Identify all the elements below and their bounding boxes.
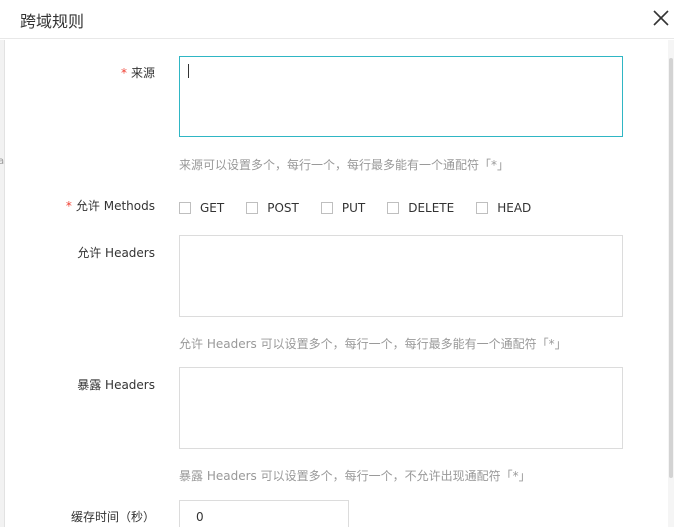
allow-headers-label: 允许 Headers [77, 246, 155, 260]
cache-time-label: 缓存时间（秒） [70, 510, 155, 524]
method-delete-label: DELETE [408, 201, 455, 215]
cors-rule-dialog: a 跨域规则 * 来源 来源可以设置多个，每行一个，每行最多能有一个通配符「*」 … [0, 0, 674, 527]
method-head-label: HEAD [497, 201, 532, 215]
required-mark: * [65, 199, 72, 213]
origin-help: 来源可以设置多个，每行一个，每行最多能有一个通配符「*」 [179, 158, 510, 172]
origin-textarea[interactable] [179, 56, 623, 137]
dialog-title: 跨域规则 [20, 12, 85, 31]
method-head-checkbox[interactable] [476, 202, 489, 214]
allow-headers-textarea[interactable] [179, 235, 623, 317]
background-page-edge: a [0, 40, 5, 527]
close-button[interactable] [650, 7, 672, 29]
cache-time-input[interactable]: 0 [179, 500, 349, 527]
method-post-checkbox[interactable] [246, 202, 259, 214]
method-get-checkbox[interactable] [179, 202, 191, 214]
method-post-label: POST [267, 201, 299, 215]
close-icon [653, 10, 669, 26]
method-delete-checkbox[interactable] [387, 202, 400, 214]
method-get[interactable]: GET [179, 201, 224, 215]
text-caret [188, 64, 189, 78]
method-put-label: PUT [341, 201, 366, 215]
scrollbar-thumb[interactable] [669, 58, 673, 478]
methods-label: * 允许 Methods [66, 197, 155, 214]
method-head[interactable]: HEAD [476, 201, 531, 215]
method-post[interactable]: POST [246, 201, 299, 215]
method-put-checkbox[interactable] [320, 202, 333, 214]
dialog-header: 跨域规则 [0, 0, 674, 39]
methods-label-text: 允许 Methods [75, 199, 155, 213]
methods-checkbox-group: GET POST PUT DELETE HEAD [179, 200, 553, 216]
expose-headers-textarea[interactable] [179, 367, 623, 449]
expose-headers-label: 暴露 Headers [77, 378, 155, 392]
allow-headers-help: 允许 Headers 可以设置多个，每行一个，每行最多能有一个通配符「*」 [179, 337, 567, 351]
method-put[interactable]: PUT [320, 201, 366, 215]
dialog-scrollbar[interactable] [668, 40, 674, 527]
required-mark: * [120, 66, 127, 80]
method-delete[interactable]: DELETE [387, 201, 454, 215]
method-get-label: GET [200, 201, 225, 215]
origin-label: * 来源 [121, 64, 155, 81]
background-text-fragment: a [0, 156, 5, 167]
origin-label-text: 来源 [130, 66, 155, 80]
cache-time-value: 0 [196, 510, 204, 524]
expose-headers-help: 暴露 Headers 可以设置多个，每行一个，不允许出现通配符「*」 [179, 469, 531, 483]
